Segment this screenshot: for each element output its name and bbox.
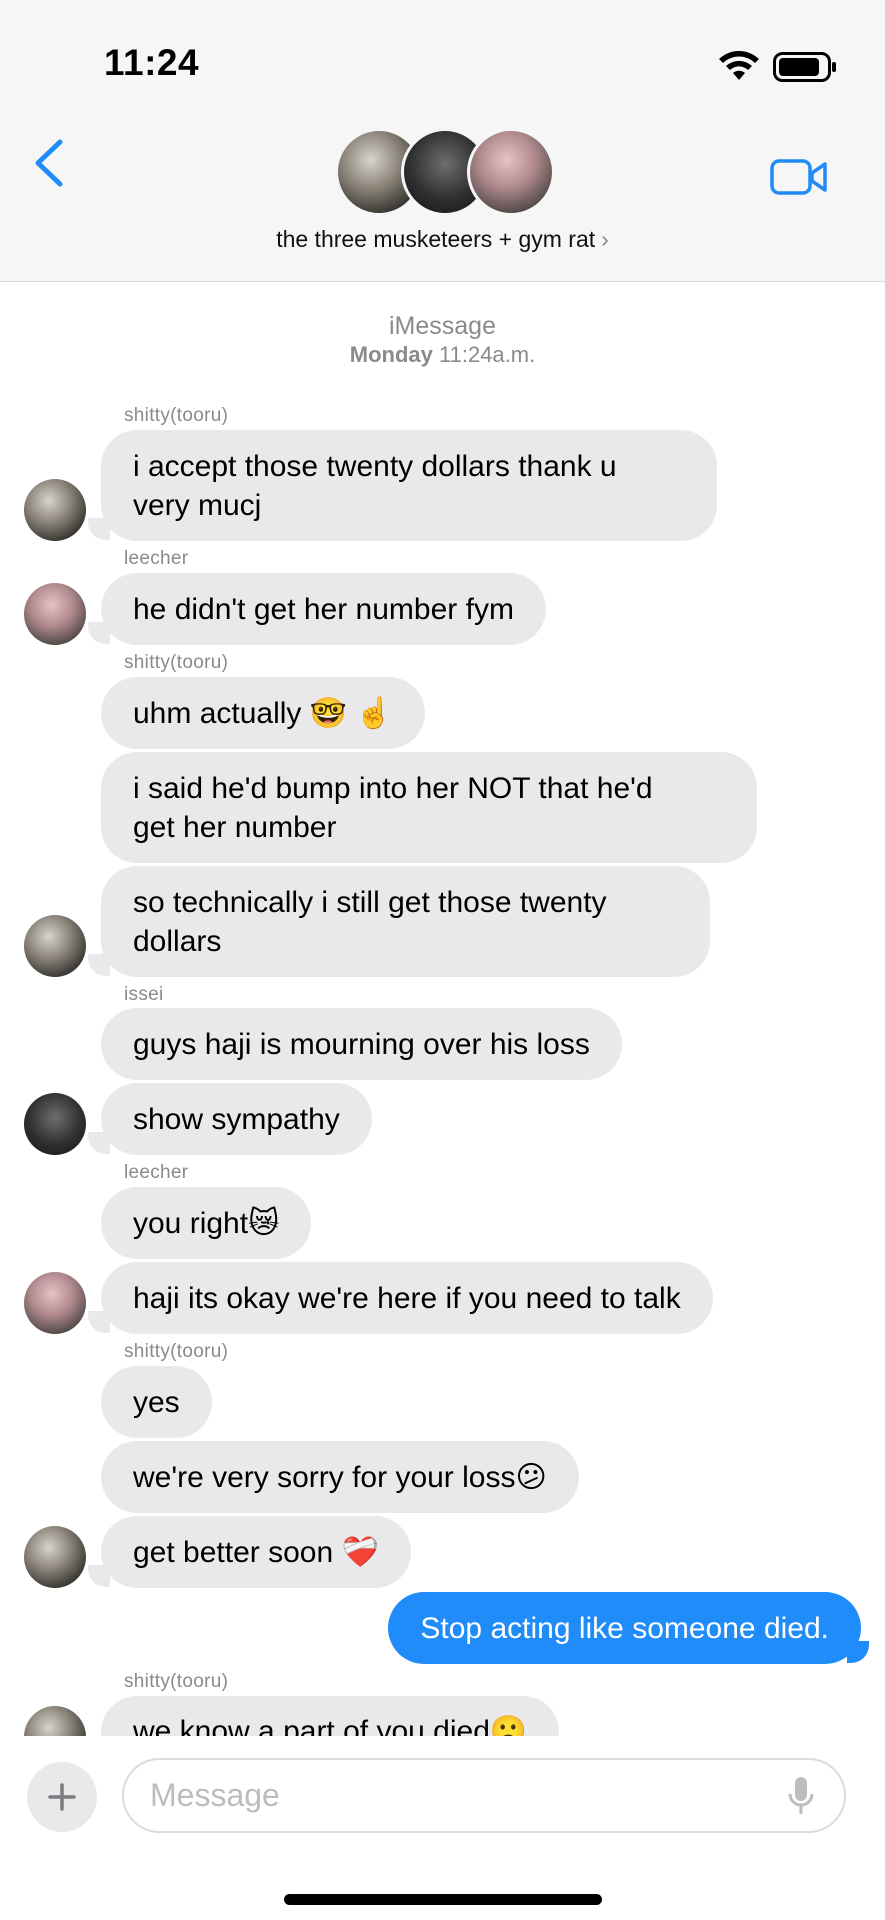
- message-text: we're very sorry for your loss😕: [133, 1460, 547, 1494]
- message-text: uhm actually 🤓 ☝️: [133, 696, 393, 730]
- chevron-right-icon: ›: [601, 226, 609, 252]
- back-chevron-icon[interactable]: [30, 138, 70, 188]
- sender-name: issei: [124, 984, 164, 1005]
- message-text: he didn't get her number fym: [133, 592, 514, 626]
- message-bubble[interactable]: i said he'd bump into her NOT that he'd …: [101, 752, 757, 863]
- plus-button[interactable]: [27, 1762, 97, 1832]
- sender-name: shitty(tooru): [124, 1341, 229, 1362]
- message-bubble[interactable]: we're very sorry for your loss😕: [101, 1441, 579, 1513]
- sender-name: shitty(tooru): [124, 652, 229, 673]
- message-bubble[interactable]: i accept those twenty dollars thank u ve…: [101, 430, 717, 541]
- avatar-tooru[interactable]: [24, 479, 86, 541]
- message-bubble[interactable]: haji its okay we're here if you need to …: [101, 1262, 713, 1334]
- service-label: iMessage: [389, 312, 496, 340]
- conversation-header: 11:24 the three musketeers + gym rat ›: [0, 0, 885, 282]
- message-bubble[interactable]: guys haji is mourning over his loss: [101, 1008, 622, 1080]
- timestamp-day: Monday: [349, 342, 433, 367]
- outgoing-message-bubble[interactable]: Stop acting like someone died.: [388, 1592, 861, 1664]
- message-line: i accept those twenty dollars thank u: [133, 449, 617, 483]
- avatar-leecher[interactable]: [24, 583, 86, 645]
- message-line: so technically i still get those twenty: [133, 885, 607, 919]
- message-text: guys haji is mourning over his loss: [133, 1027, 590, 1061]
- bubble-tail: [847, 1641, 869, 1663]
- message-line: i said he'd bump into her NOT that he'd: [133, 771, 653, 805]
- message-bubble[interactable]: uhm actually 🤓 ☝️: [101, 677, 425, 749]
- group-avatar-leecher: [467, 128, 555, 216]
- sender-name: leecher: [124, 548, 189, 569]
- message-input-placeholder: Message: [150, 1777, 280, 1813]
- wifi-icon: [719, 51, 759, 80]
- message-text: get better soon ❤️‍🩹: [133, 1535, 379, 1569]
- timestamp-time: 11:24a.m.: [439, 342, 536, 367]
- home-indicator: [284, 1894, 602, 1905]
- message-bubble[interactable]: get better soon ❤️‍🩹: [101, 1516, 411, 1588]
- message-text: so technically i still get those twenty …: [133, 883, 607, 961]
- message-bubble[interactable]: so technically i still get those twenty …: [101, 866, 710, 977]
- microphone-icon[interactable]: [788, 1776, 814, 1816]
- sender-name: shitty(tooru): [124, 405, 229, 426]
- avatar-tooru[interactable]: [24, 915, 86, 977]
- group-name-label: the three musketeers + gym rat: [276, 226, 596, 252]
- avatar-tooru[interactable]: [24, 1526, 86, 1588]
- bubble-tail: [88, 954, 110, 976]
- message-text: i accept those twenty dollars thank u ve…: [133, 447, 617, 525]
- bubble-tail: [88, 1132, 110, 1154]
- message-line: very mucj: [133, 488, 262, 522]
- message-bubble[interactable]: he didn't get her number fym: [101, 573, 546, 645]
- bubble-tail: [88, 622, 110, 644]
- sender-name: shitty(tooru): [124, 1671, 229, 1692]
- message-line: dollars: [133, 924, 222, 958]
- message-bubble[interactable]: yes: [101, 1366, 212, 1438]
- message-text: haji its okay we're here if you need to …: [133, 1281, 681, 1315]
- message-bubble[interactable]: show sympathy: [101, 1083, 372, 1155]
- avatar-leecher[interactable]: [24, 1272, 86, 1334]
- timestamp: Monday 11:24a.m.: [0, 342, 885, 368]
- bubble-tail: [88, 518, 110, 540]
- message-text: you right😿: [133, 1206, 280, 1240]
- message-text: yes: [133, 1385, 180, 1419]
- battery-icon: [773, 52, 836, 82]
- group-avatars[interactable]: [335, 128, 555, 218]
- video-camera-icon[interactable]: [770, 158, 828, 196]
- message-text: Stop acting like someone died.: [420, 1611, 829, 1645]
- bubble-tail: [88, 1311, 110, 1333]
- plus-icon: [48, 1783, 76, 1811]
- group-name[interactable]: the three musketeers + gym rat ›: [0, 226, 885, 253]
- message-text: show sympathy: [133, 1102, 340, 1136]
- sender-name: leecher: [124, 1162, 189, 1183]
- message-line: get her number: [133, 810, 337, 844]
- avatar-issei[interactable]: [24, 1093, 86, 1155]
- message-bubble[interactable]: you right😿: [101, 1187, 312, 1259]
- status-time: 11:24: [104, 42, 200, 83]
- message-input[interactable]: Message: [122, 1758, 846, 1833]
- bubble-tail: [88, 1565, 110, 1587]
- message-text: i said he'd bump into her NOT that he'd …: [133, 769, 653, 847]
